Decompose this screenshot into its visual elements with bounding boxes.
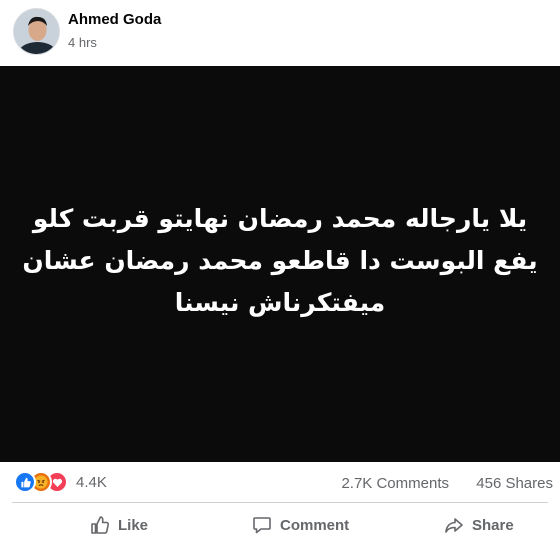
post-header: Ahmed Goda 4 hrs	[0, 0, 560, 66]
author-avatar[interactable]	[13, 8, 60, 55]
share-button[interactable]: Share	[444, 510, 514, 540]
post-image-text: يلا يارجاله محمد رمضان نهايتو قربت كلو ي…	[22, 204, 538, 317]
thumbs-up-icon	[91, 516, 110, 534]
comments-count[interactable]: 2.7K Comments	[341, 475, 449, 492]
post-timestamp[interactable]: 4 hrs	[68, 35, 97, 50]
like-label: Like	[118, 516, 149, 534]
author-name[interactable]: Ahmed Goda	[68, 11, 161, 28]
share-label: Share	[472, 516, 514, 534]
comment-icon	[253, 517, 271, 534]
like-button[interactable]: Like	[90, 510, 148, 540]
post-stats: 4.4K 2.7K Comments 456 Shares	[0, 462, 560, 502]
share-icon	[445, 518, 463, 533]
post-image[interactable]: يلا يارجاله محمد رمضان نهايتو قربت كلو ي…	[0, 66, 560, 462]
comment-label: Comment	[280, 516, 350, 534]
like-icon	[14, 471, 36, 493]
post-actions: Like Comment Share	[0, 503, 560, 546]
reaction-summary[interactable]: 4.4K	[14, 471, 107, 493]
reaction-count[interactable]: 4.4K	[76, 474, 107, 491]
comment-button[interactable]: Comment	[252, 510, 349, 540]
shares-count[interactable]: 456 Shares	[476, 475, 553, 492]
